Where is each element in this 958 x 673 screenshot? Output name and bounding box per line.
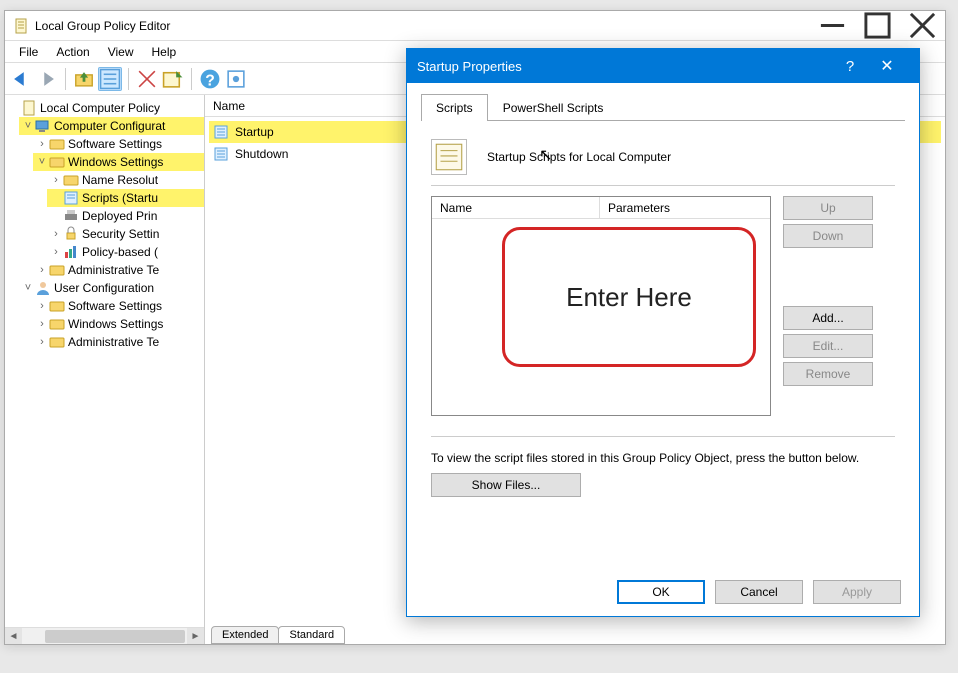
lock-icon <box>63 226 79 242</box>
tree-admin-templates-user[interactable]: ›Administrative Te <box>33 333 204 351</box>
scroll-right-icon[interactable]: ► <box>187 628 204 644</box>
properties-button[interactable] <box>98 67 122 91</box>
tab-scripts[interactable]: Scripts <box>421 94 488 121</box>
list-item-label: Shutdown <box>235 147 288 161</box>
tree-label: Computer Configurat <box>54 117 165 135</box>
tree-security-settings[interactable]: ›Security Settin <box>47 225 204 243</box>
dialog-tabs: Scripts PowerShell Scripts <box>421 93 905 121</box>
export-button[interactable] <box>161 67 185 91</box>
folder-icon <box>49 262 65 278</box>
tree-label: Scripts (Startu <box>82 189 158 207</box>
script-large-icon <box>431 139 467 175</box>
tree-label: Policy-based ( <box>82 243 158 261</box>
folder-icon <box>49 154 65 170</box>
tree-deployed-printers[interactable]: Deployed Prin <box>47 207 204 225</box>
tree-software-settings[interactable]: ›Software Settings <box>33 135 204 153</box>
tree-computer-configuration[interactable]: ˅ Computer Configurat <box>19 117 204 135</box>
tree-windows-settings[interactable]: ˅Windows Settings <box>33 153 204 171</box>
folder-icon <box>49 298 65 314</box>
startup-properties-dialog: Startup Properties ? ✕ Scripts PowerShel… <box>406 48 920 617</box>
help-icon[interactable]: ? <box>835 58 865 75</box>
annotation-label: Enter Here <box>566 282 692 313</box>
help-button[interactable]: ? <box>198 67 222 91</box>
computer-icon <box>35 118 51 134</box>
tree-windows-settings-user[interactable]: ›Windows Settings <box>33 315 204 333</box>
chart-icon <box>63 244 79 260</box>
user-icon <box>35 280 51 296</box>
policy-icon <box>21 100 37 116</box>
tree-user-configuration[interactable]: ˅User Configuration <box>19 279 204 297</box>
tree-root-label: Local Computer Policy <box>40 99 160 117</box>
column-parameters[interactable]: Parameters <box>600 197 770 218</box>
apply-button[interactable]: Apply <box>813 580 901 604</box>
forward-button[interactable] <box>35 67 59 91</box>
tree-label: Security Settin <box>82 225 159 243</box>
scroll-left-icon[interactable]: ◄ <box>5 628 22 644</box>
scroll-thumb[interactable] <box>45 630 185 643</box>
script-icon <box>213 146 229 162</box>
printer-icon <box>63 208 79 224</box>
maximize-button[interactable] <box>855 11 900 40</box>
tree-label: Software Settings <box>68 297 162 315</box>
tree-scrollbar[interactable]: ◄ ► <box>5 627 204 644</box>
titlebar: Local Group Policy Editor <box>5 11 945 41</box>
add-button[interactable]: Add... <box>783 306 873 330</box>
filter-button[interactable] <box>224 67 248 91</box>
scripts-icon <box>63 190 79 206</box>
app-icon <box>13 18 29 34</box>
tree-root[interactable]: Local Computer Policy <box>5 99 204 117</box>
edit-button[interactable]: Edit... <box>783 334 873 358</box>
minimize-button[interactable] <box>810 11 855 40</box>
dialog-title: Startup Properties <box>417 59 835 74</box>
tree-policy-qos[interactable]: ›Policy-based ( <box>47 243 204 261</box>
ok-button[interactable]: OK <box>617 580 705 604</box>
tab-standard[interactable]: Standard <box>278 626 345 644</box>
remove-button[interactable]: Remove <box>783 362 873 386</box>
hint-text: To view the script files stored in this … <box>431 451 895 465</box>
tree-label: User Configuration <box>54 279 154 297</box>
back-button[interactable] <box>9 67 33 91</box>
tree-label: Deployed Prin <box>82 207 157 225</box>
tree-name-resolution[interactable]: ›Name Resolut <box>47 171 204 189</box>
tree-label: Software Settings <box>68 135 162 153</box>
tree-label: Windows Settings <box>68 315 163 333</box>
cancel-button[interactable]: Cancel <box>715 580 803 604</box>
annotation-box: Enter Here <box>502 227 756 367</box>
tree-label: Windows Settings <box>68 153 163 171</box>
svg-text:?: ? <box>205 72 215 89</box>
menu-view[interactable]: View <box>100 43 142 61</box>
delete-button[interactable] <box>135 67 159 91</box>
tree-admin-templates[interactable]: ›Administrative Te <box>33 261 204 279</box>
column-name[interactable]: Name <box>432 197 600 218</box>
folder-icon <box>63 172 79 188</box>
up-folder-button[interactable] <box>72 67 96 91</box>
show-files-button[interactable]: Show Files... <box>431 473 581 497</box>
menu-action[interactable]: Action <box>48 43 97 61</box>
menu-file[interactable]: File <box>11 43 46 61</box>
window-title: Local Group Policy Editor <box>35 19 810 33</box>
dialog-titlebar: Startup Properties ? ✕ <box>407 49 919 83</box>
details-pane-tabs: Extended Standard <box>205 624 945 644</box>
tab-extended[interactable]: Extended <box>211 626 279 644</box>
folder-icon <box>49 334 65 350</box>
dialog-subtitle: Startup Scripts for Local Computer <box>487 150 671 164</box>
menu-help[interactable]: Help <box>144 43 185 61</box>
tree-pane: Local Computer Policy ˅ Computer Configu… <box>5 95 205 644</box>
tree-software-settings-user[interactable]: ›Software Settings <box>33 297 204 315</box>
tree-scripts[interactable]: Scripts (Startu <box>47 189 204 207</box>
tree-label: Administrative Te <box>68 333 159 351</box>
close-icon[interactable]: ✕ <box>865 56 909 76</box>
tree-label: Name Resolut <box>82 171 158 189</box>
folder-icon <box>49 136 65 152</box>
list-item-label: Startup <box>235 125 274 139</box>
close-button[interactable] <box>900 11 945 40</box>
down-button[interactable]: Down <box>783 224 873 248</box>
script-icon <box>213 124 229 140</box>
scripts-list[interactable]: Name Parameters Enter Here <box>431 196 771 416</box>
up-button[interactable]: Up <box>783 196 873 220</box>
folder-icon <box>49 316 65 332</box>
tree-label: Administrative Te <box>68 261 159 279</box>
tab-powershell-scripts[interactable]: PowerShell Scripts <box>488 94 619 121</box>
